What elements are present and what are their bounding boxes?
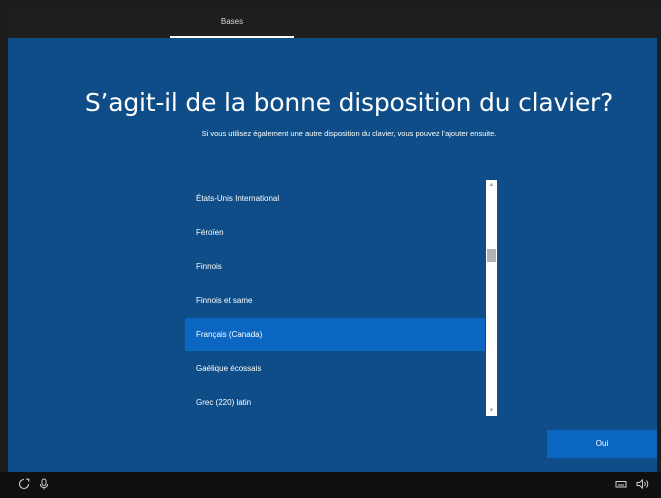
list-item-label: Féroïen — [196, 228, 224, 237]
list-item-label: Grec (220) latin — [196, 398, 252, 407]
microphone-icon[interactable] — [37, 478, 51, 492]
tab-bases[interactable]: Bases — [170, 8, 294, 38]
list-item-etats-unis-international[interactable]: États-Unis International — [185, 182, 485, 215]
oui-button[interactable]: Oui — [547, 430, 657, 458]
list-item-francais-canada[interactable]: Français (Canada) — [185, 318, 485, 351]
volume-icon[interactable] — [636, 478, 650, 492]
list-item-feroien[interactable]: Féroïen — [185, 216, 485, 249]
list-item-finnois-et-same[interactable]: Finnois et same — [185, 284, 485, 317]
scroll-down-icon[interactable]: ▼ — [486, 406, 497, 416]
list-item-label: Gaélique écossais — [196, 364, 262, 373]
tab-active-indicator — [170, 36, 294, 38]
tab-label: Bases — [220, 17, 244, 26]
setup-window: Bases S’agit-il de la bonne disposition … — [8, 8, 657, 490]
page-subtitle: Si vous utilisez également une autre dis… — [201, 129, 497, 138]
page-title: S’agit-il de la bonne disposition du cla… — [84, 88, 614, 117]
taskbar — [0, 472, 661, 498]
scroll-thumb[interactable] — [487, 249, 496, 262]
keyboard-icon[interactable] — [614, 478, 628, 492]
scroll-up-icon[interactable]: ▲ — [486, 180, 497, 190]
list-item-label: Français (Canada) — [196, 330, 263, 339]
list-item-label: États-Unis International — [196, 194, 280, 203]
top-bar: Bases — [8, 8, 657, 38]
list-item-gaelique-ecossais[interactable]: Gaélique écossais — [185, 352, 485, 385]
list-item-label: Finnois et same — [196, 296, 253, 305]
list-item-label: Finnois — [196, 262, 222, 271]
list-item-finnois[interactable]: Finnois — [185, 250, 485, 283]
keyboard-layout-list[interactable]: États-Unis International Féroïen Finnois… — [185, 180, 497, 416]
list-scrollbar[interactable]: ▲ ▼ — [486, 180, 497, 416]
ease-of-access-icon[interactable] — [17, 478, 31, 492]
list-item-grec-220-latin[interactable]: Grec (220) latin — [185, 386, 485, 416]
